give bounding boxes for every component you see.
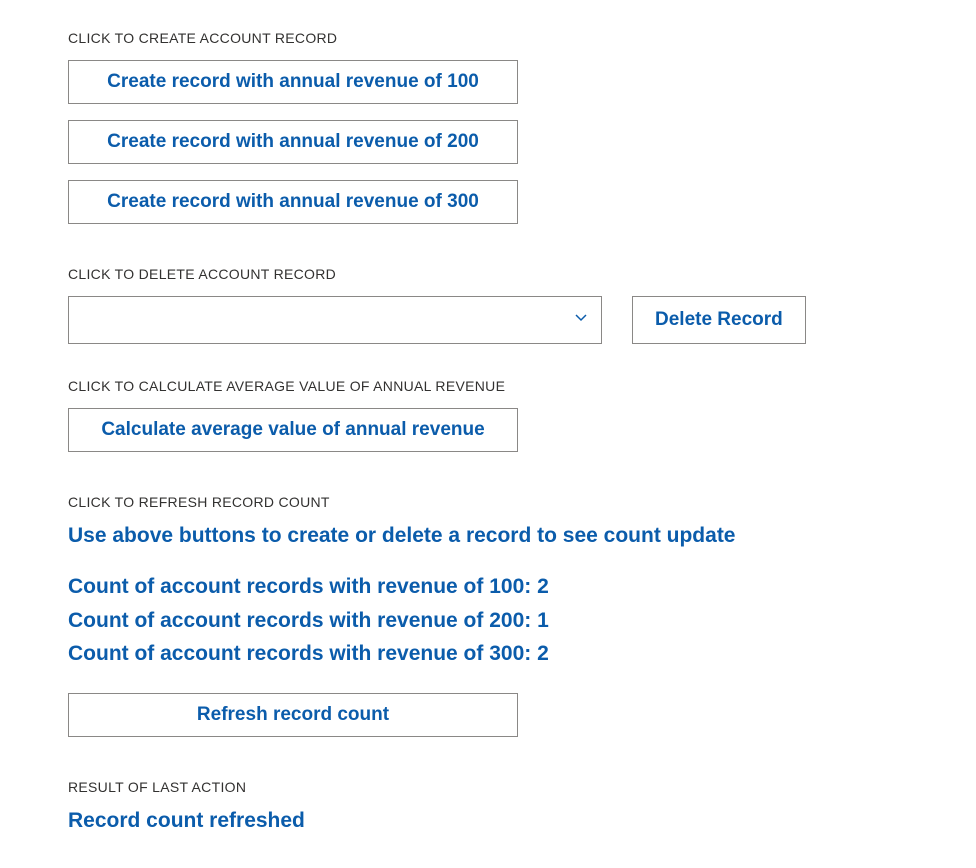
calculate-header: CLICK TO CALCULATE AVERAGE VALUE OF ANNU…	[68, 378, 908, 394]
result-header: RESULT OF LAST ACTION	[68, 779, 908, 795]
count-300-text: Count of account records with revenue of…	[68, 637, 908, 671]
record-select[interactable]	[68, 296, 602, 344]
create-record-200-button[interactable]: Create record with annual revenue of 200	[68, 120, 518, 164]
delete-record-button[interactable]: Delete Record	[632, 296, 806, 344]
create-header: CLICK TO CREATE ACCOUNT RECORD	[68, 30, 908, 46]
calculate-average-button[interactable]: Calculate average value of annual revenu…	[68, 408, 518, 452]
delete-header: CLICK TO DELETE ACCOUNT RECORD	[68, 266, 908, 282]
count-100-text: Count of account records with revenue of…	[68, 570, 908, 604]
delete-section: CLICK TO DELETE ACCOUNT RECORD Delete Re…	[68, 266, 908, 344]
refresh-section: CLICK TO REFRESH RECORD COUNT Use above …	[68, 494, 908, 737]
count-block: Count of account records with revenue of…	[68, 570, 908, 671]
calculate-section: CLICK TO CALCULATE AVERAGE VALUE OF ANNU…	[68, 378, 908, 452]
refresh-count-button[interactable]: Refresh record count	[68, 693, 518, 737]
delete-row: Delete Record	[68, 296, 908, 344]
record-select-wrap	[68, 296, 602, 344]
create-section: CLICK TO CREATE ACCOUNT RECORD Create re…	[68, 30, 908, 224]
result-text: Record count refreshed	[68, 809, 908, 833]
result-section: RESULT OF LAST ACTION Record count refre…	[68, 779, 908, 833]
count-200-text: Count of account records with revenue of…	[68, 604, 908, 638]
refresh-header: CLICK TO REFRESH RECORD COUNT	[68, 494, 908, 510]
create-record-100-button[interactable]: Create record with annual revenue of 100	[68, 60, 518, 104]
create-record-300-button[interactable]: Create record with annual revenue of 300	[68, 180, 518, 224]
refresh-info-text: Use above buttons to create or delete a …	[68, 524, 908, 548]
